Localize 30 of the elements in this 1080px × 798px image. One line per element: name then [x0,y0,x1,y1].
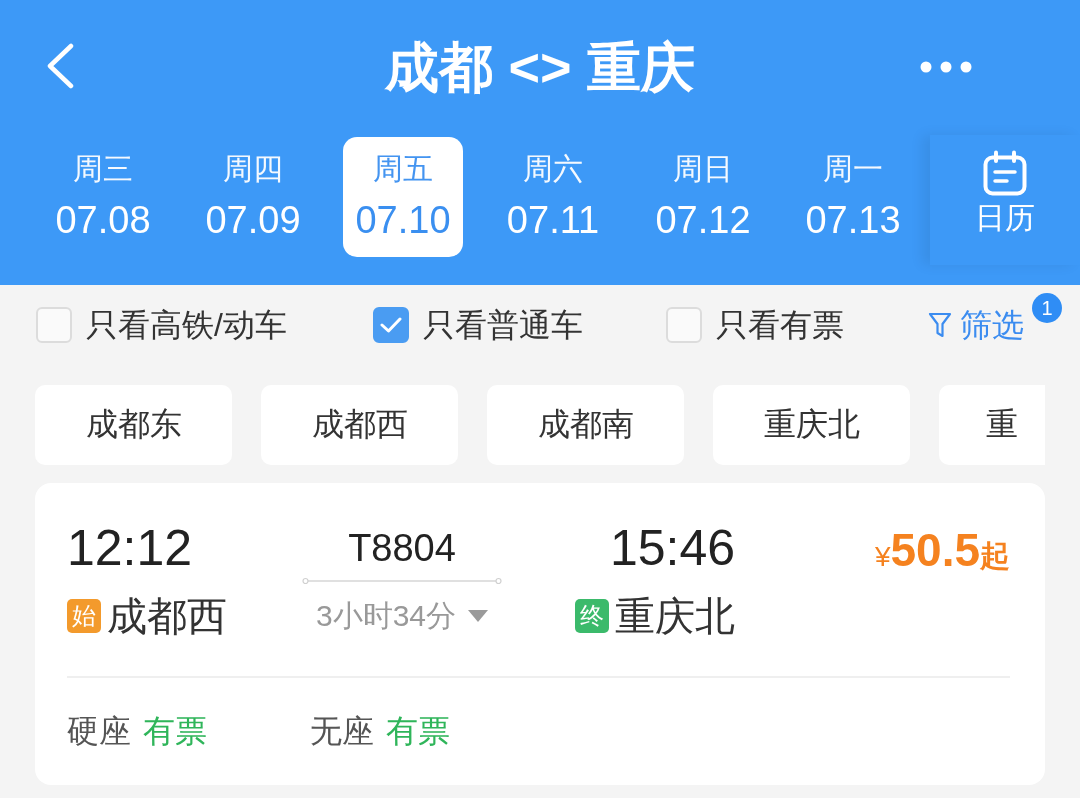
back-icon[interactable] [45,42,75,89]
station-chip[interactable]: 成都西 [261,385,458,465]
station-name: 重庆北 [615,593,735,640]
price-text: ¥50.5起 [874,523,1010,578]
filter-label[interactable]: 只看普通车 [423,305,583,345]
start-badge: 始 [67,599,101,633]
station-name: 成都西 [107,593,227,640]
end-badge: 终 [575,599,609,633]
caret-icon[interactable] [468,610,489,622]
arrival-time: 15:46 [609,519,735,578]
calendar-icon [983,150,1027,196]
filter-label[interactable]: 只看高铁/动车 [86,305,287,345]
train-number: T8804 [348,526,456,571]
page-title: 成都 <> 重庆 [385,35,695,99]
train-card[interactable]: 12:12 始 成都西 T8804 3小时34分 15:46 终 重庆北 ¥50.5起 硬座 有票 无座 有票 [35,483,1045,785]
station-chip[interactable]: 重 [939,385,1045,465]
station-chip[interactable]: 成都南 [487,385,684,465]
funnel-icon [928,311,952,339]
station-chip[interactable]: 成都东 [35,385,232,465]
station-chip[interactable]: 重庆北 [713,385,910,465]
checkbox[interactable] [373,307,409,343]
count-badge: 1 [1032,293,1062,323]
availability-text: 有票 [143,712,207,751]
availability-text: 有票 [386,712,450,751]
departure-time: 12:12 [67,519,193,578]
seat-type: 硬座 [67,712,131,751]
check-icon [380,317,402,333]
seat-type: 无座 [310,712,374,751]
more-icon[interactable] [920,60,972,73]
filter-label[interactable]: 只看有票 [716,305,844,345]
